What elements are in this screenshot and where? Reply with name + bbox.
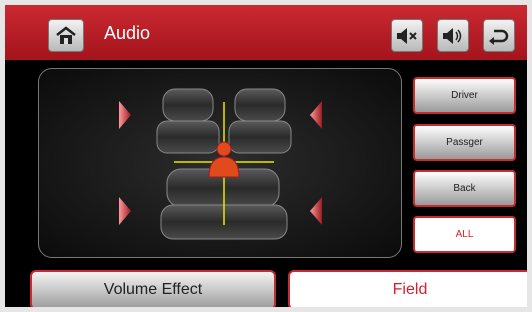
volume-icon [443, 27, 462, 44]
volume-button[interactable] [437, 19, 469, 52]
driver-button[interactable]: Driver [413, 77, 516, 114]
speaker-rear-left-icon [119, 197, 131, 225]
speaker-rear-right-icon [310, 197, 322, 225]
home-button[interactable] [48, 19, 84, 52]
home-icon [56, 25, 76, 44]
back-button[interactable] [483, 19, 515, 52]
all-button[interactable]: ALL [413, 216, 516, 253]
mute-button[interactable] [391, 19, 423, 52]
back-icon [489, 29, 509, 45]
sound-field-stage[interactable] [38, 68, 402, 258]
speaker-front-left-icon [119, 101, 131, 129]
tab-volume-effect[interactable]: Volume Effect [30, 270, 276, 310]
back-seat-button[interactable]: Back [413, 170, 516, 207]
tab-field[interactable]: Field [288, 270, 532, 310]
front-right-seat [228, 88, 292, 154]
sound-field-diagram [119, 88, 322, 240]
page-title: Audio [104, 23, 151, 43]
mute-icon [397, 27, 417, 44]
passenger-button[interactable]: Passger [413, 124, 516, 161]
speaker-front-right-icon [310, 101, 322, 129]
front-left-seat [156, 88, 220, 154]
